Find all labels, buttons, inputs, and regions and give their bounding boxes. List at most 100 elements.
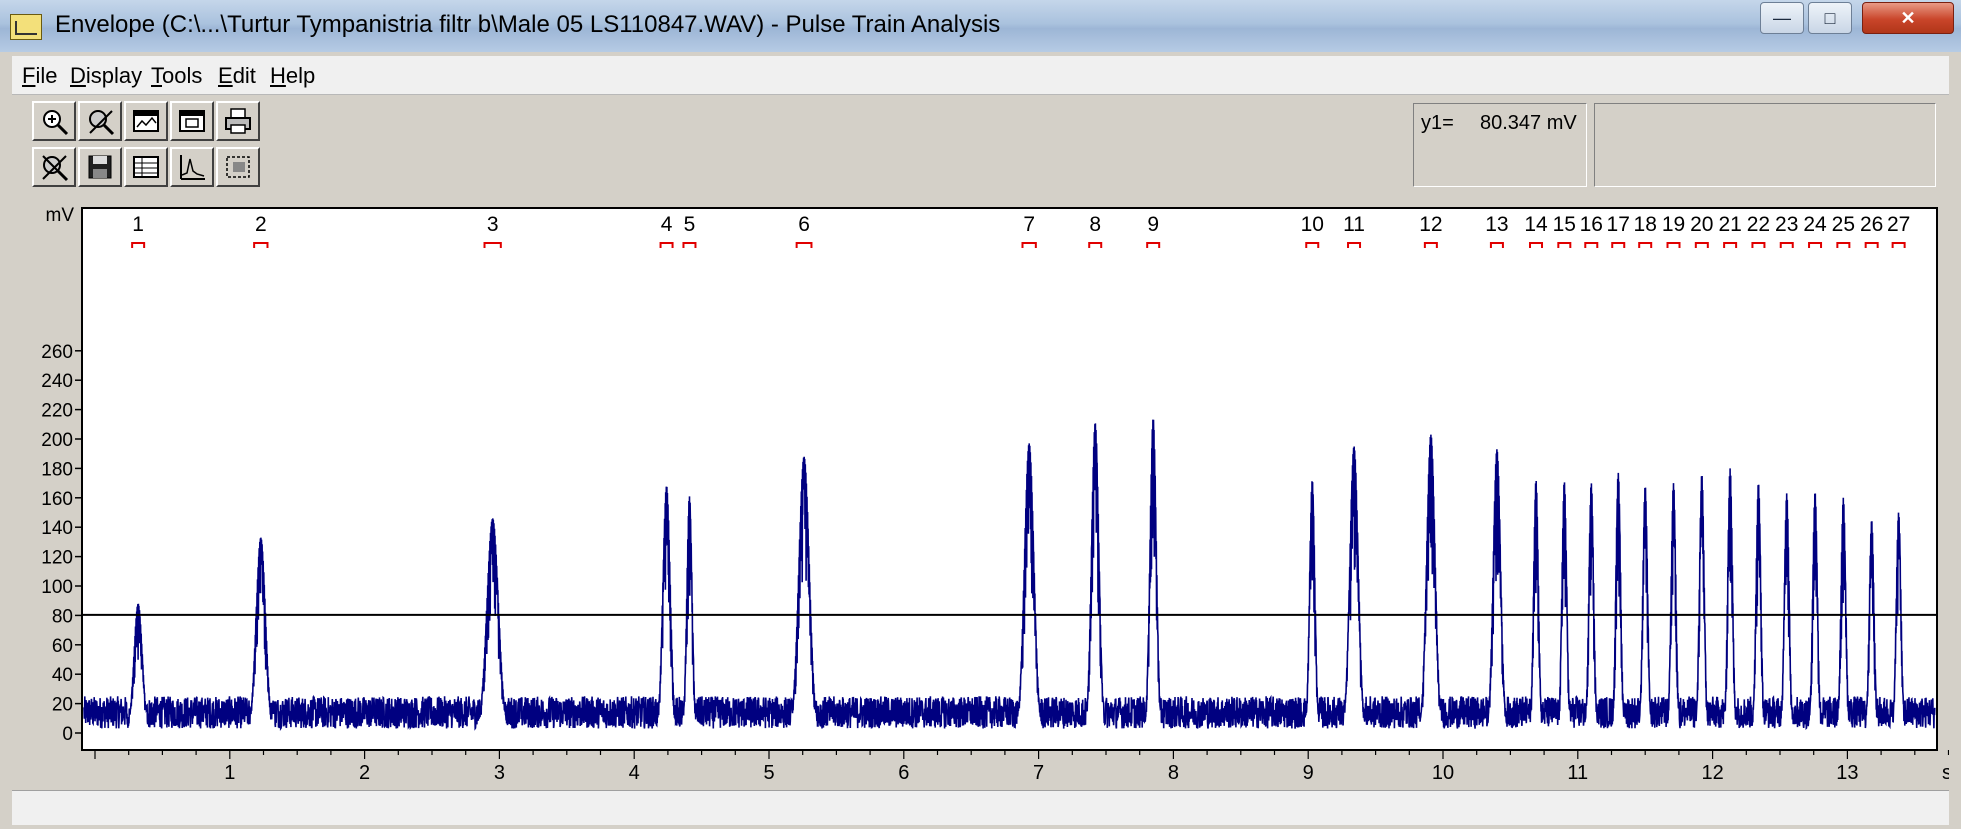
calendar-window-icon bbox=[179, 110, 205, 132]
menu-display-label: isplay bbox=[85, 63, 143, 88]
menu-edit-label: dit bbox=[232, 63, 256, 88]
pulse-label: 1 bbox=[132, 213, 144, 236]
pulse-label: 13 bbox=[1485, 213, 1508, 236]
menu-bar: File Display Tools Edit Help bbox=[12, 56, 1949, 95]
pulse-label: 3 bbox=[487, 213, 499, 236]
y-axis-unit: mV bbox=[46, 205, 75, 226]
pulse-label: 25 bbox=[1832, 213, 1855, 236]
x-tick-label: 8 bbox=[1168, 762, 1179, 784]
application-window: Envelope (C:\...\Turtur Tympanistria fil… bbox=[0, 0, 1961, 829]
pulse-label: 27 bbox=[1887, 213, 1910, 236]
x-tick-label: 11 bbox=[1567, 762, 1588, 784]
menu-edit[interactable]: Edit bbox=[218, 63, 256, 89]
menu-tools-accel: T bbox=[151, 63, 162, 88]
minimize-button[interactable]: — bbox=[1760, 2, 1804, 34]
pulse-label: 14 bbox=[1524, 213, 1548, 236]
x-tick-label: 5 bbox=[763, 762, 774, 784]
menu-edit-accel: E bbox=[218, 63, 233, 88]
y-tick-label: 220 bbox=[41, 401, 73, 422]
menu-help[interactable]: Help bbox=[270, 63, 315, 89]
x-tick-label: 1 bbox=[224, 762, 235, 784]
display-window-button[interactable] bbox=[124, 101, 168, 141]
y1-readout: y1= 80.347 mV bbox=[1413, 103, 1587, 187]
x-tick-label: 4 bbox=[629, 762, 640, 784]
menu-help-label: elp bbox=[285, 63, 316, 88]
pulse-label: 15 bbox=[1553, 213, 1576, 236]
zoom-tool-button[interactable] bbox=[78, 101, 122, 141]
pulse-label: 6 bbox=[798, 213, 810, 236]
save-disk-icon bbox=[88, 155, 112, 179]
menu-help-accel: H bbox=[270, 63, 286, 88]
envelope-chart[interactable]: mV0204060801001201401601802002202402601 2… bbox=[12, 205, 1949, 785]
y-tick-label: 140 bbox=[41, 518, 73, 539]
zoom-off-button[interactable] bbox=[32, 147, 76, 187]
spectrum-icon bbox=[180, 155, 205, 180]
pulse-label: 7 bbox=[1023, 213, 1035, 236]
menu-tools[interactable]: Tools bbox=[151, 63, 202, 89]
plot-area: mV 0 20 40 60 80 100 120 140 160 180 200 220 240 260 1 2… bbox=[12, 205, 1949, 785]
save-button[interactable] bbox=[78, 147, 122, 187]
y-tick-label: 80 bbox=[52, 606, 73, 627]
select-region-button[interactable] bbox=[216, 147, 260, 187]
pulse-label: 26 bbox=[1860, 213, 1883, 236]
printer-icon bbox=[225, 108, 251, 134]
x-tick-label: 10 bbox=[1432, 762, 1454, 784]
y-tick-label: 40 bbox=[52, 665, 73, 686]
x-tick-label: 2 bbox=[359, 762, 370, 784]
y-tick-label: 120 bbox=[41, 548, 73, 569]
x-tick-label: 9 bbox=[1303, 762, 1314, 784]
spectrum-button[interactable] bbox=[170, 147, 214, 187]
close-button[interactable]: ✕ bbox=[1862, 2, 1954, 34]
menu-tools-label: ools bbox=[162, 63, 203, 88]
menu-file-label: ile bbox=[35, 63, 58, 88]
display-window-icon bbox=[133, 110, 159, 132]
secondary-readout bbox=[1594, 103, 1936, 187]
pulse-label: 5 bbox=[684, 213, 696, 236]
y1-value: 80.347 mV bbox=[1480, 112, 1577, 134]
zoom-off-icon bbox=[42, 155, 69, 182]
table-icon bbox=[133, 156, 159, 178]
pulse-label: 17 bbox=[1607, 213, 1630, 236]
pulse-label: 16 bbox=[1580, 213, 1603, 236]
plot-background bbox=[81, 207, 1938, 751]
y-tick-label: 240 bbox=[41, 371, 73, 392]
pulse-label: 23 bbox=[1775, 213, 1798, 236]
pulse-label: 12 bbox=[1419, 213, 1442, 236]
pulse-label: 24 bbox=[1803, 213, 1827, 236]
y-tick-label: 100 bbox=[41, 577, 73, 598]
zoom-tool-icon bbox=[89, 110, 115, 136]
y-tick-label: 0 bbox=[62, 724, 73, 745]
menu-display-accel: D bbox=[70, 63, 86, 88]
calendar-window-button[interactable] bbox=[170, 101, 214, 141]
pulse-label: 11 bbox=[1343, 213, 1365, 236]
status-bar bbox=[12, 790, 1949, 825]
window-title: Envelope (C:\...\Turtur Tympanistria fil… bbox=[55, 11, 1001, 38]
x-tick-label: 6 bbox=[898, 762, 909, 784]
title-bar[interactable]: Envelope (C:\...\Turtur Tympanistria fil… bbox=[0, 0, 1961, 52]
menu-file-accel: F bbox=[22, 63, 36, 88]
print-button[interactable] bbox=[216, 101, 260, 141]
y-tick-label: 200 bbox=[41, 430, 73, 451]
pulse-label: 21 bbox=[1718, 213, 1741, 236]
table-button[interactable] bbox=[124, 147, 168, 187]
zoom-in-button[interactable] bbox=[32, 101, 76, 141]
y-tick-label: 60 bbox=[52, 636, 73, 657]
pulse-label: 19 bbox=[1662, 213, 1685, 236]
pulse-label: 18 bbox=[1634, 213, 1657, 236]
pulse-label: 20 bbox=[1690, 213, 1713, 236]
x-tick-label: 3 bbox=[494, 762, 505, 784]
maximize-button[interactable]: □ bbox=[1808, 2, 1852, 34]
app-icon[interactable] bbox=[10, 14, 42, 40]
pulse-label: 10 bbox=[1301, 213, 1324, 236]
pulse-label: 9 bbox=[1147, 213, 1159, 236]
zoom-in-icon bbox=[43, 110, 69, 136]
select-region-icon bbox=[226, 156, 250, 178]
menu-file[interactable]: File bbox=[22, 63, 57, 89]
x-tick-label: 7 bbox=[1033, 762, 1044, 784]
y-tick-label: 20 bbox=[52, 695, 73, 716]
pulse-label: 4 bbox=[661, 213, 673, 236]
pulse-label: 2 bbox=[255, 213, 267, 236]
menu-display[interactable]: Display bbox=[70, 63, 142, 89]
x-axis-unit: s bbox=[1942, 762, 1949, 784]
y-tick-label: 160 bbox=[41, 489, 73, 510]
